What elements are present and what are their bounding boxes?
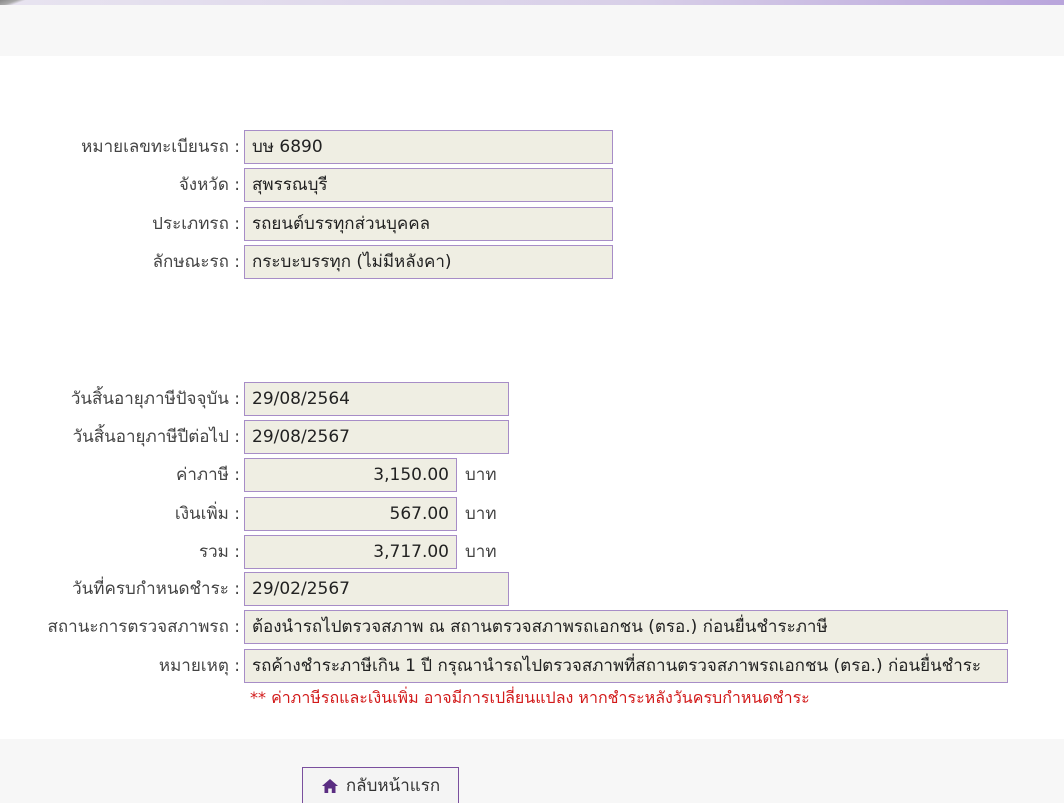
home-icon	[321, 778, 338, 793]
header-band	[0, 5, 1064, 56]
province-field: สุพรรณบุรี	[244, 168, 613, 202]
plate-field: บษ 6890	[244, 130, 613, 164]
next-expiry-label: วันสิ้นอายุภาษีปีต่อไป :	[72, 427, 240, 447]
remark-label: หมายเหตุ :	[158, 656, 240, 676]
surcharge-amount-field: 567.00	[244, 497, 457, 531]
row-tax: ค่าภาษี : 3,150.00 บาท	[0, 458, 510, 492]
plate-label: หมายเลขทะเบียนรถ :	[81, 137, 240, 157]
inspection-status-field: ต้องนำรถไปตรวจสภาพ ณ สถานตรวจสภาพรถเอกชน…	[244, 610, 1008, 644]
home-button-label: กลับหน้าแรก	[345, 776, 441, 796]
total-label: รวม :	[198, 542, 240, 562]
footer-band	[0, 739, 1064, 803]
due-date-field: 29/02/2567	[244, 572, 509, 606]
home-button[interactable]: กลับหน้าแรก	[302, 767, 459, 803]
total-unit: บาท	[465, 542, 497, 562]
province-label: จังหวัด :	[178, 175, 240, 195]
surcharge-label: เงินเพิ่ม :	[174, 504, 240, 524]
row-due-date: วันที่ครบกำหนดชำระ : 29/02/2567	[0, 572, 510, 606]
vehicle-type-field: รถยนต์บรรทุกส่วนบุคคล	[244, 207, 613, 241]
current-expiry-label: วันสิ้นอายุภาษีปัจจุบัน :	[70, 389, 240, 409]
next-expiry-field: 29/08/2567	[244, 420, 509, 454]
tax-unit: บาท	[465, 465, 497, 485]
row-remark: หมายเหตุ : รถค้างชำระภาษีเกิน 1 ปี กรุณา…	[0, 649, 1008, 683]
row-current-expiry: วันสิ้นอายุภาษีปัจจุบัน : 29/08/2564	[0, 382, 510, 416]
inspection-status-label: สถานะการตรวจสภาพรถ :	[47, 617, 240, 637]
row-surcharge: เงินเพิ่ม : 567.00 บาท	[0, 497, 510, 531]
current-expiry-field: 29/08/2564	[244, 382, 509, 416]
remark-field: รถค้างชำระภาษีเกิน 1 ปี กรุณานำรถไปตรวจส…	[244, 649, 1008, 683]
row-inspection-status: สถานะการตรวจสภาพรถ : ต้องนำรถไปตรวจสภาพ …	[0, 610, 1008, 644]
row-vehicle-style: ลักษณะรถ : กระบะบรรทุก (ไม่มีหลังคา)	[0, 245, 614, 279]
row-plate: หมายเลขทะเบียนรถ : บษ 6890	[0, 130, 614, 164]
vehicle-style-field: กระบะบรรทุก (ไม่มีหลังคา)	[244, 245, 613, 279]
due-date-label: วันที่ครบกำหนดชำระ :	[72, 579, 240, 599]
tax-label: ค่าภาษี :	[175, 465, 240, 485]
row-province: จังหวัด : สุพรรณบุรี	[0, 168, 614, 202]
row-vehicle-type: ประเภทรถ : รถยนต์บรรทุกส่วนบุคคล	[0, 207, 614, 241]
surcharge-unit: บาท	[465, 504, 497, 524]
warning-note: ** ค่าภาษีรถและเงินเพิ่ม อาจมีการเปลี่ยน…	[250, 688, 810, 707]
row-total: รวม : 3,717.00 บาท	[0, 535, 510, 569]
total-amount-field: 3,717.00	[244, 535, 457, 569]
vehicle-type-label: ประเภทรถ :	[152, 214, 240, 234]
tax-amount-field: 3,150.00	[244, 458, 457, 492]
row-next-expiry: วันสิ้นอายุภาษีปีต่อไป : 29/08/2567	[0, 420, 510, 454]
vehicle-style-label: ลักษณะรถ :	[152, 252, 240, 272]
